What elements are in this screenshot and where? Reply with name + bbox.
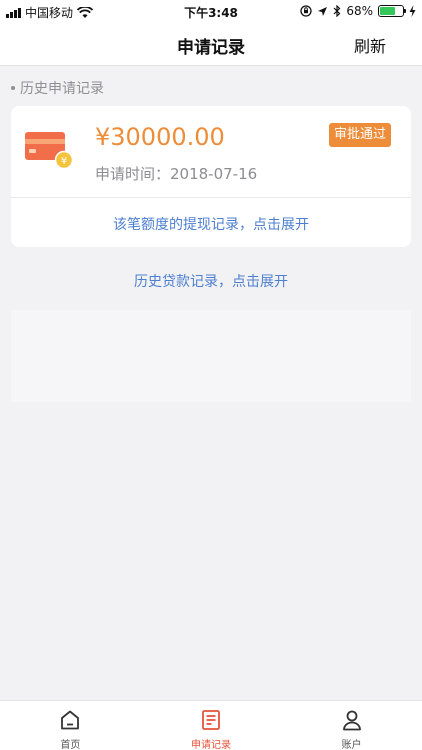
nav-bar: 申请记录 刷新 [0, 22, 422, 66]
tab-records-label: 申请记录 [191, 740, 231, 750]
loan-history-expand-link[interactable]: 历史贷款记录，点击展开 [0, 271, 422, 291]
bluetooth-icon [333, 5, 341, 17]
tab-account[interactable]: 账户 [281, 701, 422, 750]
user-icon [342, 710, 361, 731]
application-record-card: ¥ ¥30000.00 审批通过 申请时间：2018-07-16 该笔额度的提现… [11, 106, 411, 247]
tab-home[interactable]: 首页 [0, 701, 141, 750]
tab-bar: 首页 申请记录 账户 [0, 700, 422, 750]
credit-card-icon: ¥ [25, 132, 73, 170]
bullet-dot [11, 86, 15, 90]
charging-icon [409, 5, 416, 17]
tab-home-label: 首页 [60, 740, 81, 750]
tab-account-label: 账户 [341, 740, 362, 750]
card-divider [11, 197, 411, 198]
apply-time: 申请时间：2018-07-16 [95, 165, 258, 183]
section-title: 历史申请记录 [20, 81, 104, 97]
svg-text:¥: ¥ [61, 156, 67, 167]
lock-rotation-icon [300, 5, 312, 17]
withdrawal-records-expand-link[interactable]: 该笔额度的提现记录，点击展开 [11, 214, 411, 234]
home-icon [61, 710, 80, 730]
status-bar: 中国移动 下午3:48 68% [0, 0, 422, 22]
status-badge: 审批通过 [328, 123, 391, 147]
section-label: 历史申请记录 [11, 78, 104, 98]
tab-records[interactable]: 申请记录 [141, 701, 282, 750]
battery-percent: 68% [346, 4, 373, 18]
document-icon [202, 710, 220, 730]
refresh-button[interactable]: 刷新 [354, 33, 386, 57]
empty-panel [11, 310, 411, 402]
location-icon [318, 6, 328, 16]
battery-icon [378, 5, 406, 17]
status-right: 68% [300, 4, 416, 18]
record-amount: ¥30000.00 [95, 123, 225, 151]
